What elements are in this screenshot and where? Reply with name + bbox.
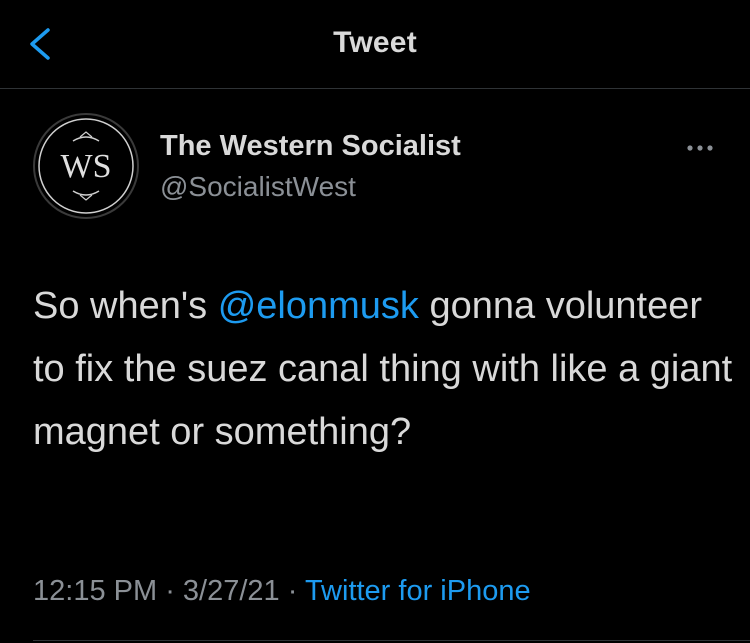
avatar[interactable]: WS	[33, 113, 139, 219]
tweet-source-link[interactable]: Twitter for iPhone	[305, 575, 531, 607]
more-options-button[interactable]	[680, 136, 720, 160]
mention-link[interactable]: @elonmusk	[218, 285, 419, 327]
ws-monogram-logo: WS	[38, 118, 134, 214]
svg-text:WS: WS	[61, 148, 112, 185]
tweet-text: So when's @elonmusk gonna volunteer to f…	[33, 275, 733, 464]
author-handle[interactable]: @SocialistWest	[160, 171, 356, 203]
meta-separator: ·	[157, 575, 183, 607]
meta-separator: ·	[279, 575, 305, 607]
top-bar: Tweet	[0, 0, 750, 89]
page-title: Tweet	[333, 26, 417, 59]
tweet-text-start: So when's	[33, 285, 218, 327]
tweet-time: 12:15 PM	[33, 575, 158, 607]
more-horizontal-icon	[687, 145, 713, 151]
author-name[interactable]: The Western Socialist	[160, 130, 461, 163]
tweet-date: 3/27/21	[182, 575, 280, 607]
tweet-meta: 12:15 PM · 3/27/21 · Twitter for iPhone	[33, 575, 531, 608]
divider	[33, 640, 750, 641]
